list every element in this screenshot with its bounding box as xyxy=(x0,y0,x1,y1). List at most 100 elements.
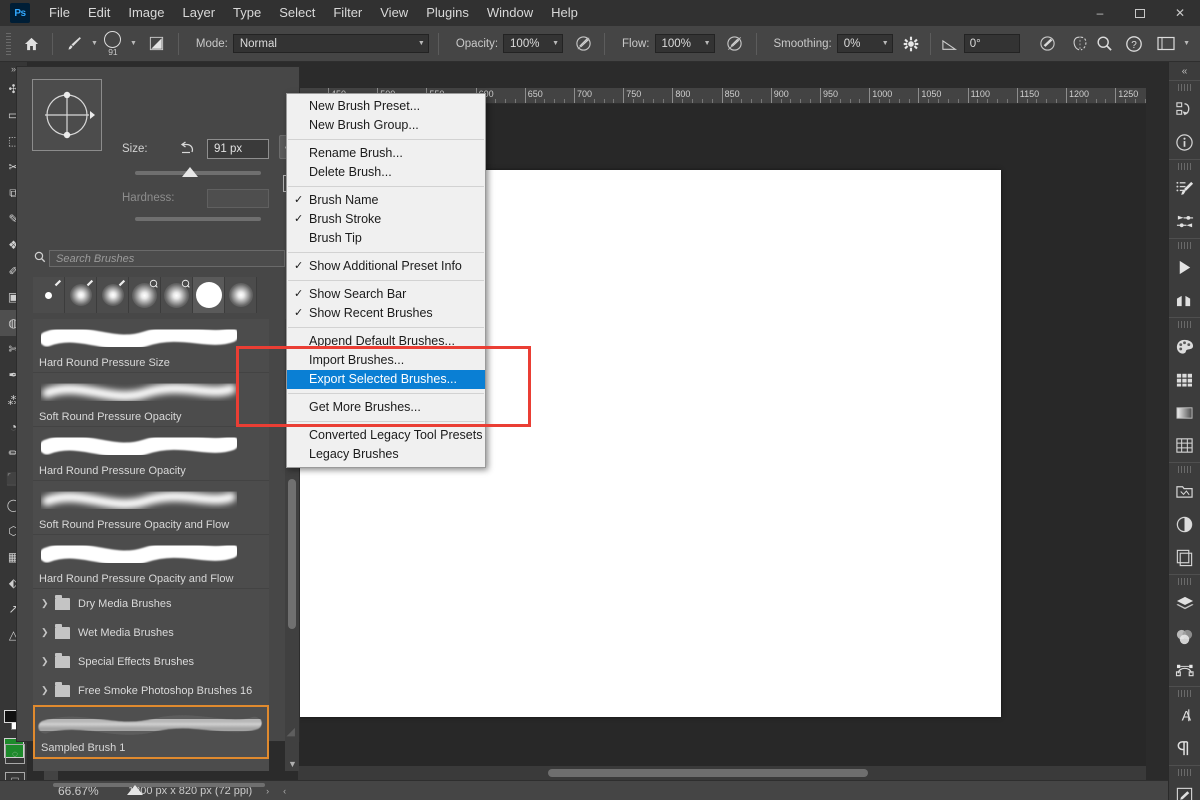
color-palette-icon[interactable] xyxy=(1169,330,1200,363)
workspace-dropdown-caret[interactable]: ▼ xyxy=(1183,40,1190,47)
menu-file[interactable]: File xyxy=(40,0,79,26)
brush-panel-dropdown-menu[interactable]: New Brush Preset... New Brush Group... Ren… xyxy=(286,93,486,468)
minimize-button[interactable]: – xyxy=(1080,0,1120,26)
menu-item-import-brushes[interactable]: Import Brushes... xyxy=(287,351,485,370)
menu-item-rename-brush[interactable]: Rename Brush... xyxy=(287,144,485,163)
menu-item-get-more-brushes[interactable]: Get More Brushes... xyxy=(287,398,485,417)
properties-icon[interactable] xyxy=(1169,778,1200,800)
brush-tip-preview[interactable] xyxy=(32,79,102,151)
recent-brush-6[interactable] xyxy=(193,277,225,313)
channels-icon[interactable] xyxy=(1169,620,1200,653)
brush-group-item[interactable]: ❯ Dry Media Brushes xyxy=(33,589,269,618)
menu-item-converted-legacy-tool-presets[interactable]: Converted Legacy Tool Presets xyxy=(287,426,485,445)
panel-group-grip[interactable] xyxy=(1177,84,1192,91)
search-brushes-input[interactable]: Search Brushes xyxy=(49,250,285,267)
status-expand-right-icon[interactable]: › xyxy=(266,786,269,796)
swatches-grid-icon[interactable] xyxy=(1169,363,1200,396)
menu-item-append-default-brushes[interactable]: Append Default Brushes... xyxy=(287,332,485,351)
close-button[interactable]: ✕ xyxy=(1160,0,1200,26)
list-scroll-down-icon[interactable]: ▼ xyxy=(288,759,297,769)
menu-image[interactable]: Image xyxy=(119,0,173,26)
brush-angle-input[interactable]: 0° xyxy=(963,34,1020,53)
recent-brush-5[interactable] xyxy=(161,277,193,313)
brush-group-item[interactable]: ❯ Special Effects Brushes xyxy=(33,647,269,676)
menu-item-show-search-bar[interactable]: ✓ Show Search Bar xyxy=(287,285,485,304)
home-icon[interactable] xyxy=(19,32,43,56)
brush-preset-picker-caret[interactable]: ▼ xyxy=(130,40,137,47)
brush-list-item[interactable]: Soft Round Pressure Opacity and Flow xyxy=(33,481,269,535)
brush-presets-icon[interactable] xyxy=(1169,172,1200,205)
menu-type[interactable]: Type xyxy=(224,0,270,26)
recent-brush-2[interactable] xyxy=(65,277,97,313)
brush-size-preview[interactable]: 91 xyxy=(98,30,128,58)
chevron-right-icon[interactable]: ❯ xyxy=(41,656,55,667)
menu-filter[interactable]: Filter xyxy=(324,0,371,26)
character-icon[interactable]: A xyxy=(1169,699,1200,732)
menu-help[interactable]: Help xyxy=(542,0,587,26)
menu-item-new-brush-preset[interactable]: New Brush Preset... xyxy=(287,97,485,116)
search-icon[interactable] xyxy=(1092,32,1116,56)
options-bar-grip[interactable] xyxy=(6,32,11,55)
recent-brush-1[interactable] xyxy=(33,277,65,313)
brush-size-slider-track[interactable] xyxy=(135,171,261,175)
panel-group-grip[interactable] xyxy=(1177,769,1192,776)
menu-window[interactable]: Window xyxy=(478,0,542,26)
brush-list-item[interactable]: Hard Round Pressure Size xyxy=(33,319,269,373)
menu-item-show-recent-brushes[interactable]: ✓ Show Recent Brushes xyxy=(287,304,485,323)
workspace-switcher-icon[interactable] xyxy=(1154,32,1178,56)
libraries-icon[interactable] xyxy=(1169,475,1200,508)
canvas-horizontal-scrollbar[interactable] xyxy=(298,766,1146,780)
brush-size-input[interactable]: 91 px xyxy=(207,139,269,159)
menu-view[interactable]: View xyxy=(371,0,417,26)
panel-group-grip[interactable] xyxy=(1177,466,1192,473)
panel-group-grip[interactable] xyxy=(1177,163,1192,170)
panel-resize-grip[interactable]: ◢ xyxy=(287,725,295,738)
menu-item-legacy-brushes[interactable]: Legacy Brushes xyxy=(287,445,485,464)
adjustments-icon[interactable] xyxy=(1169,508,1200,541)
menu-item-brush-tip[interactable]: Brush Tip xyxy=(287,229,485,248)
gradient-panel-icon[interactable] xyxy=(1169,396,1200,429)
brush-tool-dropdown-caret[interactable]: ▼ xyxy=(91,40,98,47)
panel-group-grip[interactable] xyxy=(1177,578,1192,585)
menu-plugins[interactable]: Plugins xyxy=(417,0,478,26)
brush-list-scroll-thumb[interactable] xyxy=(288,479,296,629)
layer-comps-icon[interactable] xyxy=(1169,541,1200,574)
smoothing-input[interactable]: 0% ▼ xyxy=(836,34,893,53)
recent-brush-4[interactable] xyxy=(129,277,161,313)
brush-angle-icon[interactable] xyxy=(938,32,962,56)
brush-group-item[interactable]: ❯ Free Smoke Photoshop Brushes 16 xyxy=(33,676,269,705)
smoothing-options-icon[interactable] xyxy=(899,32,923,56)
flow-input[interactable]: 100% ▼ xyxy=(654,34,715,53)
brush-list-item[interactable]: Hard Round Pressure Opacity and Flow xyxy=(33,535,269,589)
panel-group-grip[interactable] xyxy=(1177,321,1192,328)
info-icon[interactable] xyxy=(1169,126,1200,159)
collapse-panels-icon[interactable]: « xyxy=(1169,62,1200,80)
maximize-button[interactable] xyxy=(1120,0,1160,26)
horizontal-scroll-thumb[interactable] xyxy=(548,769,868,777)
menu-item-delete-brush[interactable]: Delete Brush... xyxy=(287,163,485,182)
symmetry-butterfly-icon[interactable] xyxy=(1068,32,1092,56)
layers-icon[interactable] xyxy=(1169,587,1200,620)
recent-brush-7[interactable] xyxy=(225,277,257,313)
menu-item-show-additional-preset-info[interactable]: ✓ Show Additional Preset Info xyxy=(287,257,485,276)
history-icon[interactable] xyxy=(1169,93,1200,126)
brush-group-item[interactable]: ❯ Wet Media Brushes xyxy=(33,618,269,647)
gradients-icon[interactable] xyxy=(1169,284,1200,317)
selected-brush-item[interactable]: Sampled Brush 1 xyxy=(33,705,269,759)
menu-item-brush-stroke[interactable]: ✓ Brush Stroke xyxy=(287,210,485,229)
chevron-right-icon[interactable]: ❯ xyxy=(41,627,55,638)
actions-play-icon[interactable] xyxy=(1169,251,1200,284)
brush-list[interactable]: Hard Round Pressure Size Soft Round Press… xyxy=(33,319,269,771)
panel-group-grip[interactable] xyxy=(1177,690,1192,697)
chevron-right-icon[interactable]: ❯ xyxy=(41,685,55,696)
panel-bottom-slider-knob[interactable] xyxy=(127,785,143,795)
mode-select[interactable]: Normal ▼ xyxy=(232,34,429,53)
menu-item-new-brush-group[interactable]: New Brush Group... xyxy=(287,116,485,135)
panel-bottom-slider-track[interactable] xyxy=(53,783,265,787)
menu-item-brush-name[interactable]: ✓ Brush Name xyxy=(287,191,485,210)
brush-settings-panel-icon[interactable] xyxy=(1169,205,1200,238)
help-icon[interactable]: ? xyxy=(1122,32,1146,56)
paths-icon[interactable] xyxy=(1169,653,1200,686)
brush-settings-icon[interactable] xyxy=(145,32,169,56)
reset-arrow-icon[interactable] xyxy=(177,139,199,157)
